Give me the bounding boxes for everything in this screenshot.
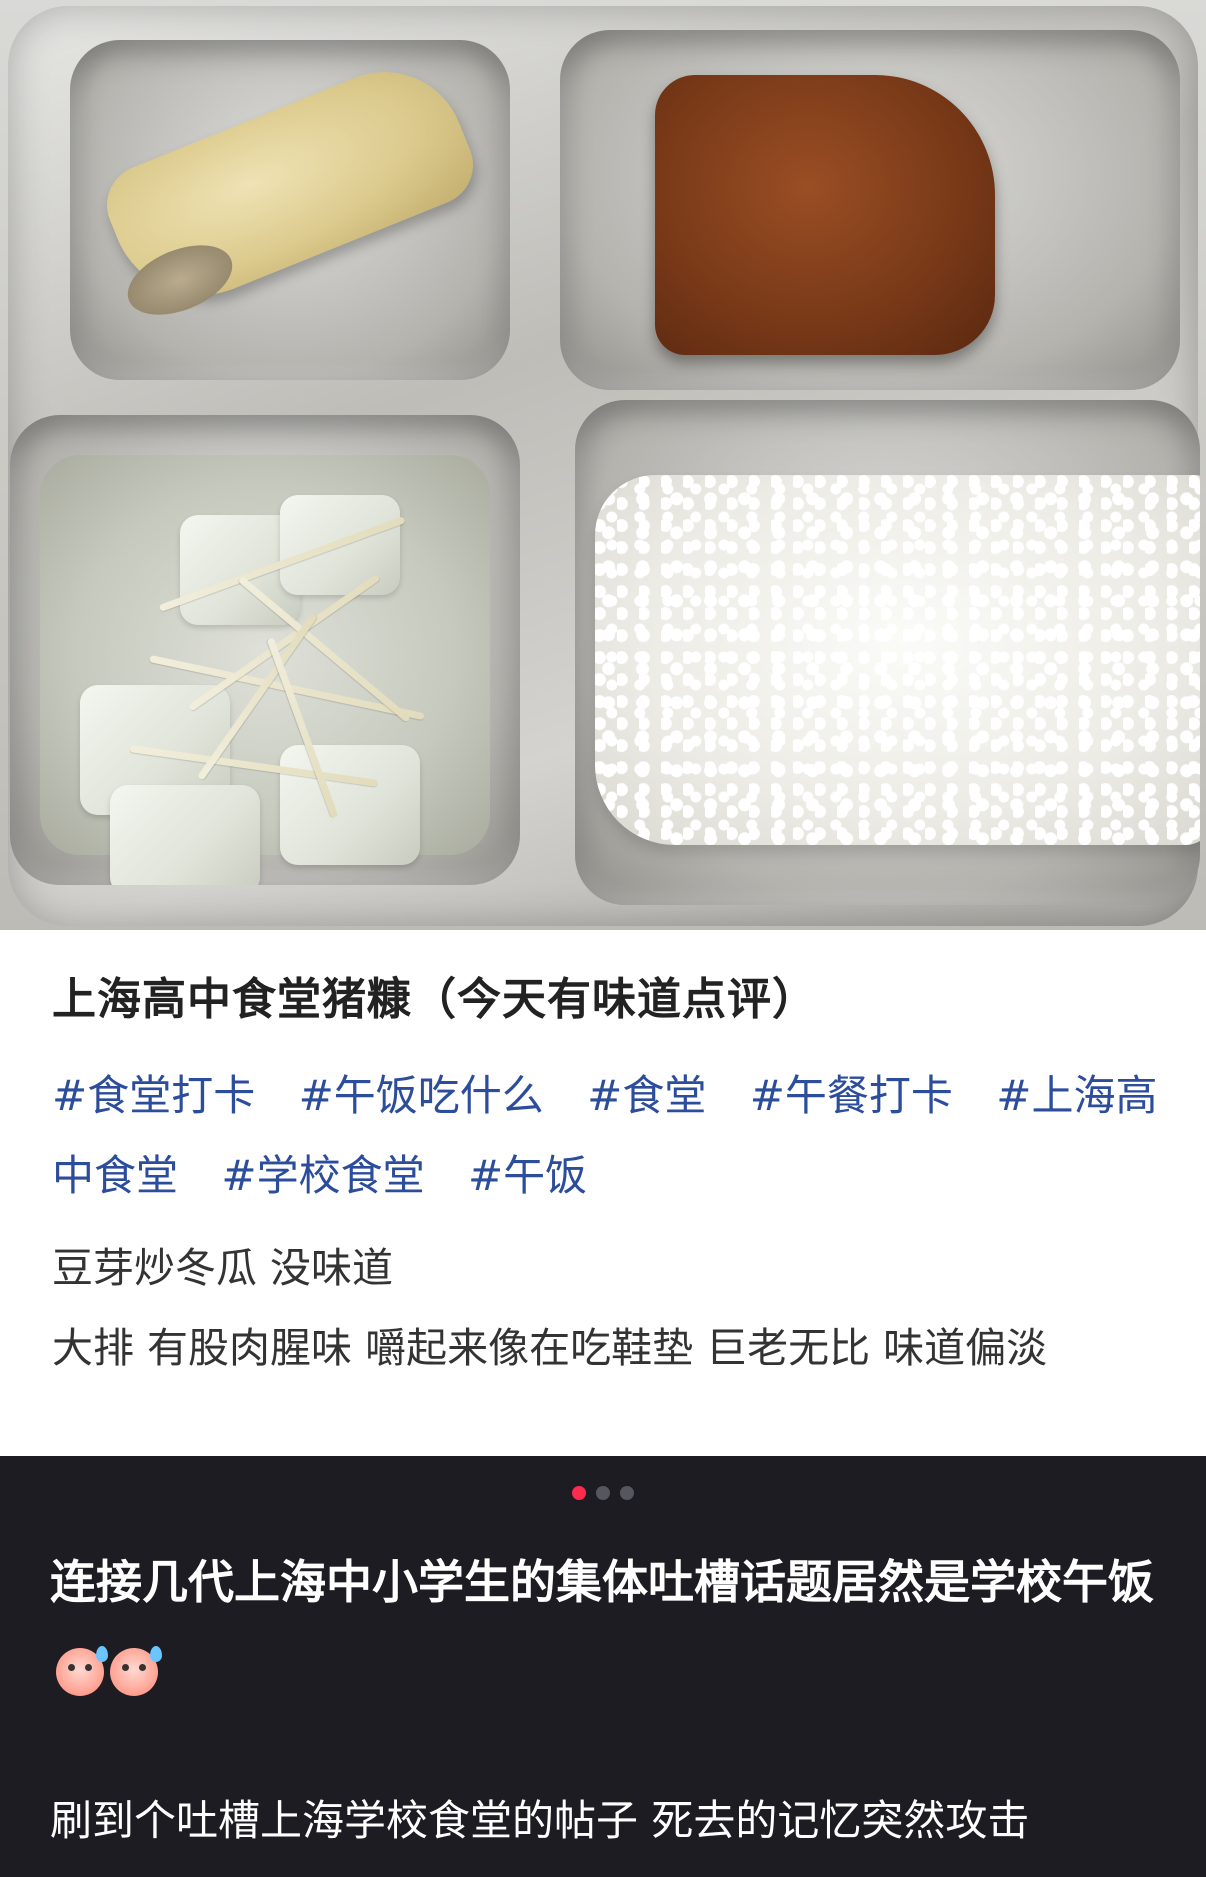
hashtag-link[interactable]: #食堂 [587, 1071, 706, 1120]
hashtag-link[interactable]: #食堂打卡 [52, 1071, 255, 1120]
article-headline: 连接几代上海中小学生的集体吐槽话题居然是学校午饭 [50, 1536, 1160, 1720]
cry-laugh-emoji-icon [110, 1646, 162, 1696]
carousel-dot[interactable] [596, 1486, 610, 1500]
sweat-emoji-icon [56, 1646, 108, 1696]
tray-compartment-rice [575, 400, 1200, 905]
tray-compartment-pork-chop [560, 30, 1180, 390]
tray-compartment-tofu-roll [70, 40, 510, 380]
lunch-tray-photo[interactable] [0, 0, 1206, 930]
post-tags: #食堂打卡 #午饭吃什么 #食堂 #午餐打卡 #上海高中食堂 #学校食堂 #午饭 [52, 1056, 1162, 1216]
pork-chop [655, 75, 995, 355]
hashtag-link[interactable]: #学校食堂 [221, 1151, 424, 1200]
carousel-indicator[interactable] [0, 1486, 1206, 1500]
article-headline-text: 连接几代上海中小学生的集体吐槽话题居然是学校午饭 [50, 1555, 1154, 1609]
hashtag-link[interactable]: #午饭 [468, 1151, 587, 1200]
article-section: 连接几代上海中小学生的集体吐槽话题居然是学校午饭 刷到个吐槽上海学校食堂的帖子 … [0, 1456, 1206, 1877]
carousel-dot[interactable] [620, 1486, 634, 1500]
white-rice [595, 475, 1200, 845]
post-card: 上海高中食堂猪糠（今天有味道点评） #食堂打卡 #午饭吃什么 #食堂 #午餐打卡… [0, 930, 1206, 1456]
winter-melon-soup [40, 455, 490, 885]
carousel-dot-active[interactable] [572, 1486, 586, 1500]
hashtag-link[interactable]: #午餐打卡 [750, 1071, 953, 1120]
article-body: 刷到个吐槽上海学校食堂的帖子 死去的记忆突然攻击 [50, 1796, 1030, 1845]
hashtag-link[interactable]: #午饭吃什么 [299, 1071, 544, 1120]
post-title: 上海高中食堂猪糠（今天有味道点评） [52, 974, 817, 1025]
tray-compartment-winter-melon [10, 415, 520, 885]
screen: 上海高中食堂猪糠（今天有味道点评） #食堂打卡 #午饭吃什么 #食堂 #午餐打卡… [0, 0, 1206, 1877]
bean-sprout [237, 575, 411, 723]
winter-melon-piece [280, 745, 420, 865]
post-description-line: 大排 有股肉腥味 嚼起来像在吃鞋垫 巨老无比 味道偏淡 [52, 1324, 1048, 1372]
post-description-line: 豆芽炒冬瓜 没味道 [52, 1244, 394, 1292]
winter-melon-piece [110, 785, 260, 885]
